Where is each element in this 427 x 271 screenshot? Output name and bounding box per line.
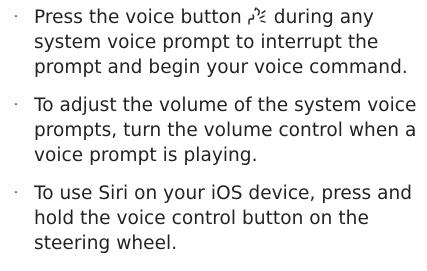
item-text-part: Press the voice button (34, 7, 242, 28)
bullet: · (13, 97, 19, 113)
item-text: To adjust the volume of the system voice… (34, 95, 417, 166)
voice-command-icon (246, 6, 270, 26)
list-item: · To adjust the volume of the system voi… (0, 93, 427, 168)
bullet: · (13, 9, 19, 25)
instruction-list: · Press the voice button during any syst… (0, 0, 427, 256)
list-item: · Press the voice button during any syst… (0, 5, 427, 80)
item-text: To use Siri on your iOS device, press an… (34, 183, 413, 254)
list-item: · To use Siri on your iOS device, press … (0, 181, 427, 256)
bullet: · (13, 185, 19, 201)
